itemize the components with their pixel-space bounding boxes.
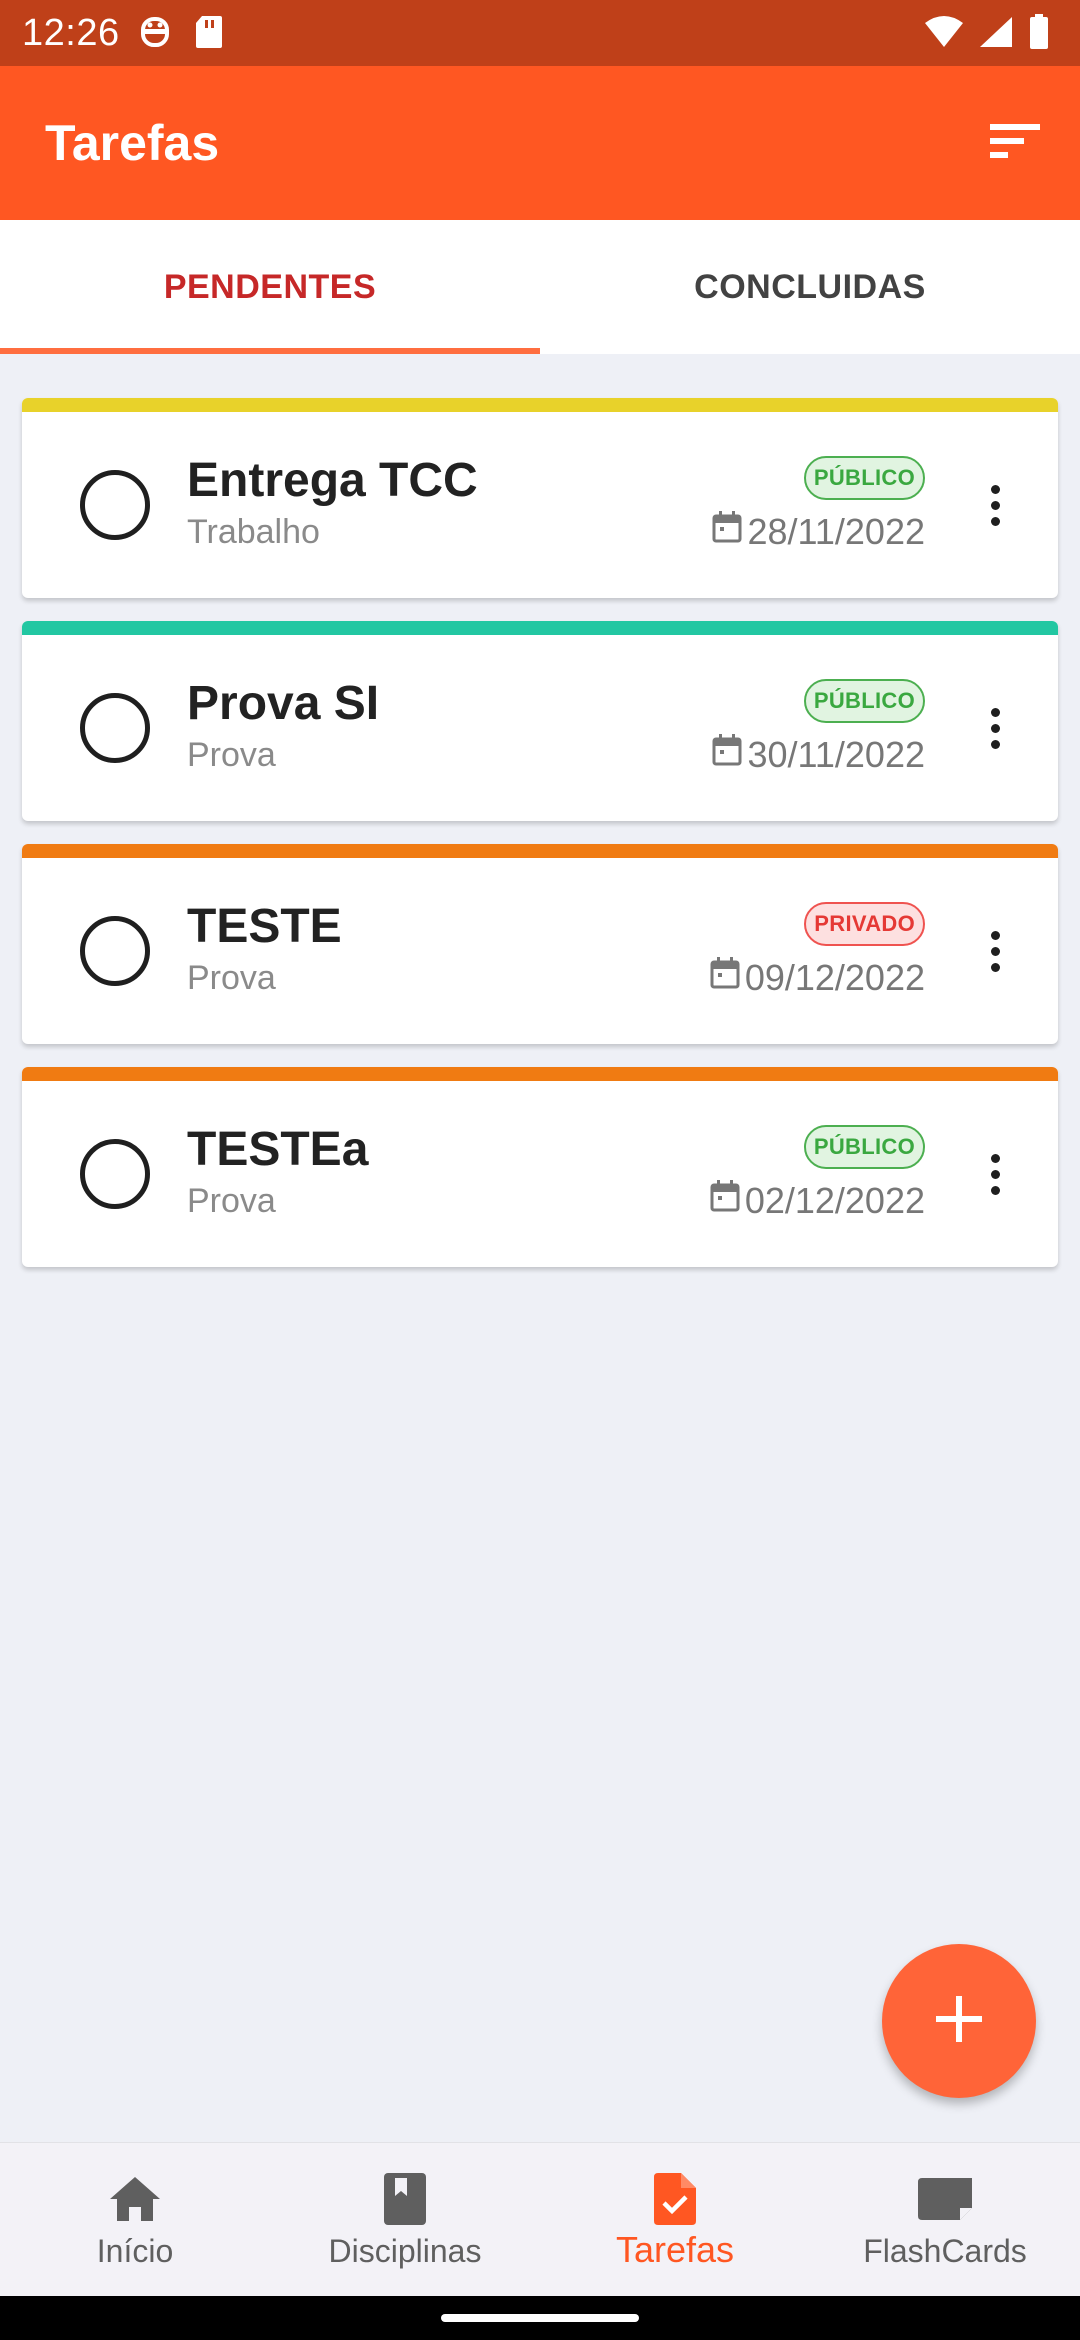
visibility-badge: PÚBLICO [803, 1125, 925, 1169]
task-card[interactable]: TESTEa Prova PÚBLICO 02/12/2022 [22, 1067, 1058, 1267]
task-options-button[interactable] [980, 916, 1010, 986]
task-options-button[interactable] [980, 1139, 1010, 1209]
calendar-icon [711, 733, 743, 776]
flashcard-icon [917, 2171, 973, 2227]
task-title: Entrega TCC [187, 454, 478, 507]
task-color-stripe [22, 844, 1058, 858]
task-card[interactable]: TESTE Prova PRIVADO 09/12/2022 [22, 844, 1058, 1044]
nav-label: FlashCards [863, 2233, 1027, 2269]
plus-icon [934, 1994, 984, 2049]
battery-icon [1028, 14, 1050, 55]
tab-label: PENDENTES [163, 267, 377, 306]
home-gesture-handle[interactable] [441, 2314, 639, 2322]
status-time: 12:26 [22, 12, 120, 54]
task-date-text: 09/12/2022 [744, 956, 925, 998]
task-category: Prova [187, 736, 276, 774]
task-due-date: 02/12/2022 [709, 1179, 925, 1222]
signal-icon [978, 15, 1014, 54]
task-card[interactable]: Entrega TCC Trabalho PÚBLICO 28/11/2022 [22, 398, 1058, 598]
task-card[interactable]: Prova SI Prova PÚBLICO 30/11/2022 [22, 621, 1058, 821]
calendar-icon [709, 1179, 741, 1222]
task-color-stripe [22, 398, 1058, 412]
tab-bar: PENDENTES CONCLUIDAS [0, 220, 1080, 354]
task-options-button[interactable] [980, 470, 1010, 540]
wifi-icon [924, 15, 964, 54]
task-due-date: 28/11/2022 [711, 510, 925, 553]
visibility-badge: PÚBLICO [803, 456, 925, 500]
visibility-badge: PRIVADO [804, 902, 925, 946]
task-complete-checkbox[interactable] [80, 470, 150, 540]
task-color-stripe [22, 1067, 1058, 1081]
task-date-text: 30/11/2022 [747, 733, 925, 775]
task-color-stripe [22, 621, 1058, 635]
nav-label: Tarefas [615, 2229, 735, 2270]
robot-icon [138, 14, 172, 55]
bottom-navigation: Início Disciplinas Tarefas FlashCards [0, 2142, 1080, 2296]
task-file-icon [653, 2171, 697, 2227]
status-left-icons [138, 14, 224, 55]
status-bar: 12:26 [0, 0, 1080, 66]
task-complete-checkbox[interactable] [80, 916, 150, 986]
nav-label: Início [96, 2233, 174, 2269]
task-title: Prova SI [187, 677, 380, 730]
nav-item-disciplinas[interactable]: Disciplinas [270, 2143, 540, 2297]
task-due-date: 09/12/2022 [709, 956, 925, 999]
task-list: Entrega TCC Trabalho PÚBLICO 28/11/2022 … [22, 398, 1058, 1290]
sort-button[interactable] [980, 108, 1050, 178]
calendar-icon [709, 956, 741, 999]
task-title: TESTEa [187, 1123, 369, 1176]
task-category: Prova [187, 959, 276, 997]
task-category: Trabalho [187, 513, 320, 551]
task-date-text: 28/11/2022 [747, 510, 925, 552]
task-date-text: 02/12/2022 [744, 1179, 925, 1221]
nav-item-flashcards[interactable]: FlashCards [810, 2143, 1080, 2297]
add-task-button[interactable] [882, 1944, 1036, 2098]
nav-label: Disciplinas [328, 2233, 482, 2269]
sd-card-icon [194, 14, 224, 55]
task-options-button[interactable] [980, 693, 1010, 763]
task-complete-checkbox[interactable] [80, 1139, 150, 1209]
home-icon [107, 2171, 163, 2227]
tab-label: CONCLUIDAS [694, 267, 926, 306]
tab-pendentes[interactable]: PENDENTES [0, 220, 540, 354]
visibility-badge: PÚBLICO [803, 679, 925, 723]
nav-item-inicio[interactable]: Início [0, 2143, 270, 2297]
gesture-area [0, 2296, 1080, 2340]
status-right-icons [924, 14, 1050, 55]
nav-item-tarefas[interactable]: Tarefas [540, 2143, 810, 2297]
tab-concluidas[interactable]: CONCLUIDAS [540, 220, 1080, 354]
book-icon [383, 2171, 427, 2227]
task-complete-checkbox[interactable] [80, 693, 150, 763]
task-title: TESTE [187, 900, 342, 953]
sort-icon [988, 122, 1042, 165]
page-title: Tarefas [45, 115, 220, 171]
calendar-icon [711, 510, 743, 553]
app-bar: Tarefas [0, 66, 1080, 220]
task-due-date: 30/11/2022 [711, 733, 925, 776]
tab-indicator [0, 348, 540, 354]
task-category: Prova [187, 1182, 276, 1220]
